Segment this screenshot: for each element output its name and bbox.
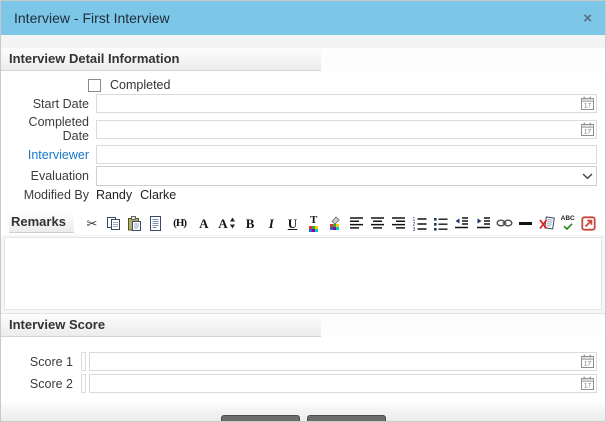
- section-header-remarks: Remarks: [9, 213, 74, 233]
- remarks-editor[interactable]: [4, 237, 602, 310]
- score-prefix-box: [81, 352, 86, 371]
- document-icon[interactable]: [145, 214, 165, 232]
- score1-row: Score 1 17: [1, 352, 605, 371]
- start-date-input[interactable]: [97, 96, 579, 111]
- copy-icon[interactable]: [103, 214, 123, 232]
- score2-input[interactable]: [90, 376, 579, 391]
- interviewer-row: Interviewer: [1, 145, 605, 164]
- spell-check-icon[interactable]: ABC: [558, 214, 578, 232]
- font-size-icon[interactable]: A: [215, 214, 239, 232]
- svg-text:17: 17: [584, 128, 592, 135]
- score-form: Score 1 17 Score 2 17: [1, 337, 605, 402]
- fill-color-icon[interactable]: [325, 214, 345, 232]
- detail-form: Completed Start Date 17 Completed Date 1…: [1, 71, 605, 208]
- calendar-icon[interactable]: 17: [579, 354, 596, 369]
- modified-by-value: Randy Clarke: [96, 188, 597, 202]
- calendar-icon[interactable]: 17: [579, 122, 596, 137]
- font-icon[interactable]: A: [194, 214, 214, 232]
- score1-label: Score 1: [29, 354, 73, 369]
- expand-icon[interactable]: [579, 214, 599, 232]
- calendar-icon[interactable]: 17: [579, 376, 596, 391]
- underline-icon[interactable]: U: [282, 214, 302, 232]
- completed-date-label: Completed Date: [28, 115, 89, 143]
- score2-label: Score 2: [29, 376, 73, 391]
- unordered-list-icon[interactable]: [431, 214, 451, 232]
- align-left-icon[interactable]: [346, 214, 366, 232]
- align-right-icon[interactable]: [388, 214, 408, 232]
- italic-icon[interactable]: I: [261, 214, 281, 232]
- completed-date-row: Completed Date 17: [1, 115, 605, 143]
- score2-row: Score 2 17: [1, 374, 605, 393]
- score1-field: 17: [89, 352, 597, 371]
- indent-icon[interactable]: [473, 214, 493, 232]
- evaluation-select[interactable]: [96, 166, 597, 186]
- start-date-field: 17: [96, 94, 597, 113]
- interviewer-input[interactable]: [97, 147, 596, 162]
- completed-date-field: 17: [96, 119, 597, 139]
- dialog-title: Interview - First Interview: [14, 10, 170, 26]
- outdent-icon[interactable]: [452, 214, 472, 232]
- svg-text:3: 3: [413, 226, 416, 230]
- svg-text:17: 17: [584, 103, 592, 110]
- score2-field: 17: [89, 374, 597, 393]
- paste-icon[interactable]: [124, 214, 144, 232]
- remarks-section: Remarks ✂ (H) A A B I U T 1 2 3 ABC: [1, 208, 605, 235]
- score-prefix-box: [81, 374, 86, 393]
- remove-format-icon[interactable]: [537, 214, 557, 232]
- score1-input[interactable]: [90, 354, 579, 369]
- heading-icon[interactable]: (H): [167, 214, 193, 232]
- cancel-button[interactable]: Cancel: [306, 414, 386, 421]
- horizontal-rule-icon[interactable]: [515, 214, 535, 232]
- remarks-editor-zone: [1, 235, 605, 313]
- svg-text:17: 17: [584, 383, 592, 390]
- dialog-titlebar: Interview - First Interview ×: [1, 1, 605, 35]
- link-icon[interactable]: [494, 214, 514, 232]
- text-color-icon[interactable]: T: [304, 214, 324, 232]
- align-center-icon[interactable]: [367, 214, 387, 232]
- dialog-footer: OK Cancel: [1, 402, 605, 421]
- modified-by-last-name: Clarke: [140, 188, 177, 202]
- interview-dialog: Interview - First Interview × Interview …: [0, 0, 606, 422]
- titlebar-gap: [1, 35, 605, 48]
- section-header-detail: Interview Detail Information: [1, 48, 321, 71]
- completed-date-input[interactable]: [97, 122, 579, 136]
- evaluation-row: Evaluation: [1, 166, 605, 186]
- start-date-row: Start Date 17: [1, 94, 605, 113]
- evaluation-label: Evaluation: [30, 169, 89, 183]
- start-date-label: Start Date: [32, 96, 89, 111]
- close-icon[interactable]: ×: [583, 11, 592, 26]
- cut-icon[interactable]: ✂: [82, 214, 102, 232]
- ok-button[interactable]: OK: [220, 414, 300, 421]
- interviewer-field: [96, 145, 597, 164]
- completed-checkbox[interactable]: [88, 78, 101, 92]
- chevron-down-icon: [578, 172, 596, 180]
- completed-row: Completed: [1, 78, 605, 92]
- modified-by-label: Modified By: [23, 188, 89, 202]
- richtext-toolbar: ✂ (H) A A B I U T 1 2 3 ABC: [82, 214, 599, 232]
- interviewer-label[interactable]: Interviewer: [1, 148, 96, 162]
- modified-by-first-name: Randy: [96, 188, 133, 202]
- svg-text:17: 17: [584, 361, 592, 368]
- calendar-icon[interactable]: 17: [579, 96, 596, 111]
- modified-by-row: Modified By Randy Clarke: [1, 188, 605, 202]
- ordered-list-icon[interactable]: 1 2 3: [410, 214, 430, 232]
- section-header-score: Interview Score: [1, 314, 321, 337]
- bold-icon[interactable]: B: [240, 214, 260, 232]
- completed-label: Completed: [110, 78, 171, 92]
